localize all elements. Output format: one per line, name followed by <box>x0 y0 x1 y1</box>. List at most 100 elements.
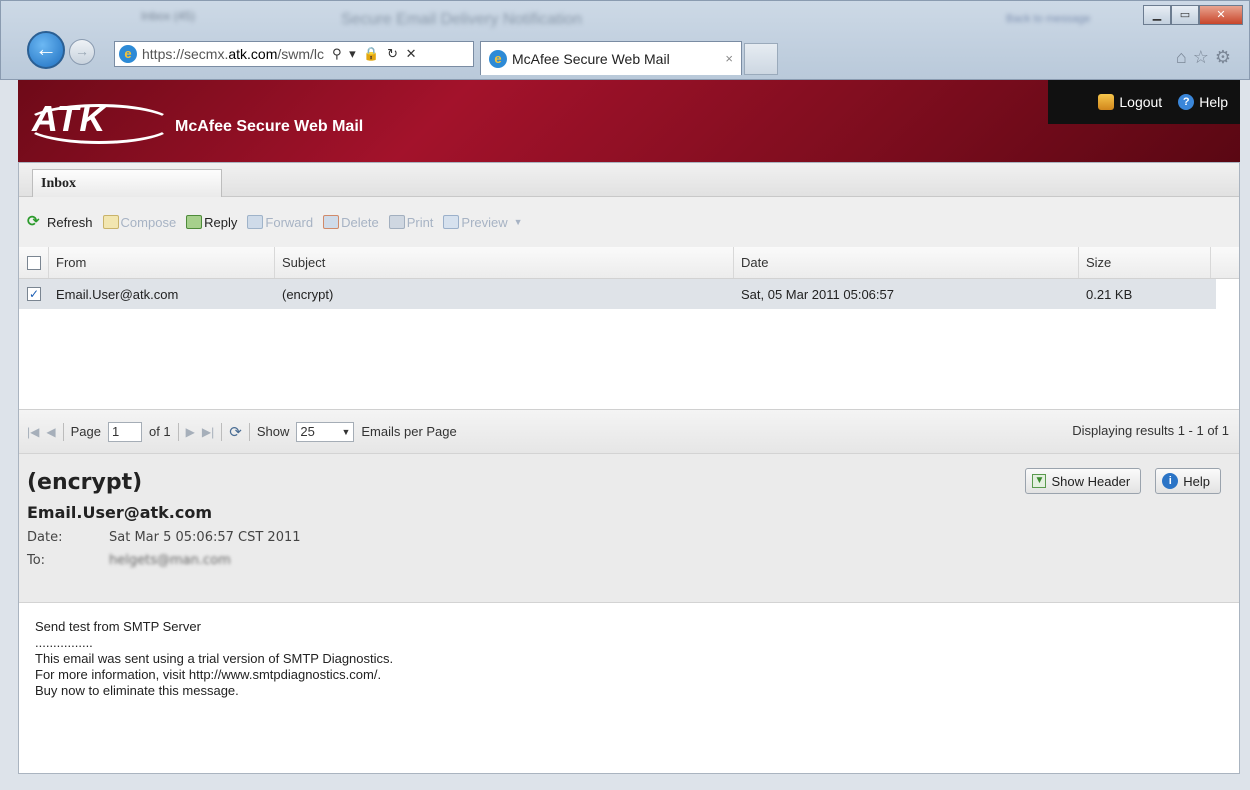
reply-button[interactable]: Reply <box>186 215 237 230</box>
pager-separator <box>62 422 64 441</box>
ie-logo-icon: e <box>119 45 137 63</box>
body-line: For more information, visit http://www.s… <box>35 667 382 682</box>
back-button[interactable]: ← <box>27 31 65 69</box>
tab-close-icon[interactable]: × <box>725 51 733 66</box>
select-all-checkbox[interactable] <box>26 255 41 270</box>
tab-favicon-icon: e <box>489 49 507 68</box>
show-header-icon: ▼ <box>1032 474 1047 488</box>
message-grid-header: From Subject Date Size <box>19 247 1239 279</box>
chevron-down-icon: ▼ <box>513 217 523 227</box>
app-title: McAfee Secure Web Mail <box>175 118 364 135</box>
select-all-cell <box>19 247 49 278</box>
minimize-button[interactable]: ▁ <box>1143 5 1171 25</box>
maximize-button[interactable]: ▭ <box>1171 5 1199 25</box>
close-window-button[interactable]: ✕ <box>1199 5 1243 25</box>
url-path: /swm/lc <box>277 46 325 62</box>
logo-swoosh <box>24 104 174 144</box>
grid-empty-space <box>19 309 1239 409</box>
message-body: Send test from SMTP Server .............… <box>19 603 1239 699</box>
blurred-window-title: Secure Email Delivery Notification <box>341 11 582 28</box>
atk-logo: ATK <box>24 98 174 144</box>
forward-icon <box>247 215 264 229</box>
compose-button[interactable]: Compose <box>102 214 177 230</box>
browser-tool-icons: ⌂☆⚙ <box>1176 47 1237 68</box>
compose-icon <box>102 215 119 229</box>
date-value: Sat Mar 5 05:06:57 CST 2011 <box>109 530 301 545</box>
logout-label: Logout <box>1119 94 1163 110</box>
forward-label: Forward <box>265 214 314 230</box>
row-select-cell: ✓ <box>19 279 49 309</box>
message-actions: ▼ Show Header i Help <box>1025 468 1221 494</box>
show-header-label: Show Header <box>1051 473 1131 489</box>
row-subject: (encrypt) <box>282 286 334 302</box>
favorites-star-icon[interactable]: ☆ <box>1193 47 1215 67</box>
pager-refresh-icon[interactable]: ⟳ <box>229 423 242 441</box>
row-date: Sat, 05 Mar 2011 05:06:57 <box>741 286 894 302</box>
table-row[interactable]: ✓ Email.User@atk.com (encrypt) Sat, 05 M… <box>19 279 1216 309</box>
info-icon: i <box>1162 473 1179 489</box>
row-from: Email.User@atk.com <box>56 286 179 302</box>
to-label: To: <box>27 553 46 568</box>
mail-toolbar: ⟳ Refresh Compose Reply Forward Delete P… <box>19 197 1239 247</box>
page-count-label: of 1 <box>148 424 171 439</box>
message-help-label: Help <box>1183 473 1210 489</box>
prev-page-icon[interactable]: ◀ <box>46 425 55 439</box>
delete-button[interactable]: Delete <box>323 215 379 230</box>
column-header-size[interactable]: Size <box>1079 247 1211 278</box>
new-tab-button[interactable] <box>744 43 778 75</box>
compose-label: Compose <box>120 214 177 230</box>
delete-label: Delete <box>341 214 379 230</box>
address-bar[interactable]: e https://secmx. atk.com /swm/lc ⚲ ▾ 🔒 ↻… <box>114 41 474 67</box>
column-header-subject[interactable]: Subject <box>275 247 734 278</box>
blurred-background-link: Back to message <box>1006 13 1091 25</box>
per-page-value: 25 <box>300 424 315 439</box>
body-line: Buy now to eliminate this message. <box>35 683 239 698</box>
next-page-icon[interactable]: ▶ <box>186 425 195 439</box>
settings-gear-icon[interactable]: ⚙ <box>1215 47 1237 67</box>
column-header-from[interactable]: From <box>49 247 275 278</box>
to-value: helgets@man.com <box>109 553 231 568</box>
reply-label: Reply <box>204 214 238 230</box>
column-header-date[interactable]: Date <box>734 247 1079 278</box>
help-label: Help <box>1199 94 1228 110</box>
message-to-line: To: helgets@man.com <box>27 553 1239 568</box>
pagination-bar: |◀ ◀ Page 1 of 1 ▶ ▶| ⟳ Show 25 ▼ Emails… <box>19 409 1239 453</box>
message-sender: Email.User@atk.com <box>27 503 213 522</box>
per-page-select[interactable]: 25 ▼ <box>296 421 355 442</box>
body-line: This email was sent using a trial versio… <box>35 651 394 666</box>
page-label: Page <box>70 424 101 439</box>
app-header: ATK McAfee Secure Web Mail Logout ? Help <box>18 80 1240 162</box>
home-icon[interactable]: ⌂ <box>1176 47 1193 67</box>
preview-icon <box>443 215 460 229</box>
page-number-input[interactable]: 1 <box>107 421 142 442</box>
first-page-icon[interactable]: |◀ <box>27 425 39 439</box>
print-label: Print <box>406 214 434 230</box>
last-page-icon[interactable]: ▶| <box>202 425 214 439</box>
message-header-pane: (encrypt) Email.User@atk.com Date: Sat M… <box>19 453 1239 603</box>
forward-button[interactable]: Forward <box>247 215 313 230</box>
row-checkbox[interactable]: ✓ <box>27 287 41 301</box>
tab-bar: Inbox <box>19 163 1239 197</box>
pager-separator <box>248 422 250 441</box>
show-label: Show <box>256 424 290 439</box>
address-bar-icons[interactable]: ⚲ ▾ 🔒 ↻ ✕ <box>332 46 418 62</box>
url-host: atk.com <box>228 46 278 62</box>
url-prefix: https://secmx. <box>142 46 229 62</box>
reply-icon <box>186 215 203 229</box>
mail-panel: Inbox ⟳ Refresh Compose Reply Forward De… <box>18 162 1240 774</box>
refresh-label: Refresh <box>47 214 93 230</box>
message-help-button[interactable]: i Help <box>1155 468 1221 494</box>
show-header-button[interactable]: ▼ Show Header <box>1025 468 1142 494</box>
print-button[interactable]: Print <box>388 214 434 230</box>
body-line: ................ <box>35 635 93 650</box>
row-size: 0.21 KB <box>1086 286 1133 302</box>
browser-tab-active[interactable]: e McAfee Secure Web Mail × <box>480 41 742 75</box>
refresh-button[interactable]: ⟳ Refresh <box>27 214 93 230</box>
tab-inbox[interactable]: Inbox <box>32 169 222 197</box>
preview-button[interactable]: Preview ▼ <box>443 215 523 230</box>
help-link[interactable]: ? Help <box>1178 94 1228 110</box>
logout-link[interactable]: Logout <box>1098 94 1162 110</box>
delete-icon <box>323 215 340 229</box>
window-controls: ▁ ▭ ✕ <box>1143 5 1243 25</box>
forward-nav-button[interactable]: → <box>69 39 95 65</box>
